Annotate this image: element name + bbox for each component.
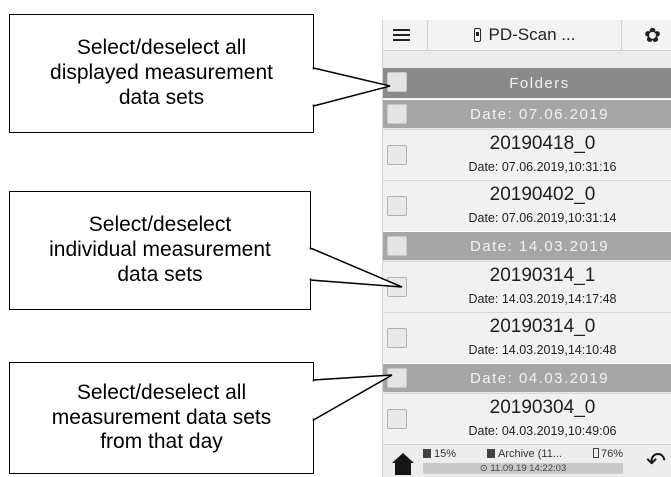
- item-timestamp: Date: 14.03.2019,14:17:48: [468, 292, 617, 306]
- home-icon[interactable]: [391, 453, 415, 477]
- list-item[interactable]: 20190314_0 Date: 14.03.2019,14:10:48: [383, 312, 671, 363]
- item-name: 20190314_0: [489, 316, 596, 337]
- item-timestamp: Date: 07.06.2019,10:31:16: [468, 160, 617, 174]
- select-day-checkbox[interactable]: [387, 236, 407, 256]
- archive-status: Archive (11...: [487, 448, 562, 460]
- list-item[interactable]: 20190304_0 Date: 04.03.2019,10:49:06: [383, 393, 671, 444]
- item-name: 20190402_0: [489, 184, 596, 205]
- pointer-1: [312, 67, 391, 107]
- select-item-checkbox[interactable]: [387, 277, 407, 297]
- status-timestamp: ⊙ 11.09.19 14:22:03: [423, 463, 623, 474]
- item-name: 20190418_0: [489, 133, 596, 154]
- item-timestamp: Date: 07.06.2019,10:31:14: [468, 211, 617, 225]
- list-item[interactable]: 20190418_0 Date: 07.06.2019,10:31:16: [383, 129, 671, 180]
- callout-select-individual: Select/deselect individual measurement d…: [9, 191, 311, 310]
- date-group-label: Date: 07.06.2019: [469, 105, 610, 123]
- select-item-checkbox[interactable]: [387, 196, 407, 216]
- folders-label: Folders: [509, 74, 570, 92]
- select-all-checkbox[interactable]: [387, 72, 407, 92]
- bottom-bar: 15% Archive (11... 76% ⊙ 11.09.19 14:22:…: [383, 444, 671, 477]
- date-group-header: Date: 14.03.2019: [383, 231, 671, 260]
- date-group-header: Date: 04.03.2019: [383, 363, 671, 392]
- archive-value: Archive (11...: [498, 448, 562, 460]
- select-item-checkbox[interactable]: [387, 145, 407, 165]
- select-item-checkbox[interactable]: [387, 409, 407, 429]
- list-item[interactable]: 20190402_0 Date: 07.06.2019,10:31:14: [383, 180, 671, 231]
- probe-icon: [473, 28, 481, 42]
- battery-icon: [592, 448, 599, 458]
- status-info: 15% Archive (11... 76% ⊙ 11.09.19 14:22:…: [423, 448, 623, 476]
- item-name: 20190304_0: [489, 397, 596, 418]
- date-group-label: Date: 14.03.2019: [469, 237, 610, 255]
- select-day-checkbox[interactable]: [387, 368, 407, 388]
- date-group-label: Date: 04.03.2019: [469, 369, 610, 387]
- folders-header: Folders: [383, 68, 671, 98]
- battery-status: 76%: [592, 448, 623, 460]
- memory-value: 15%: [434, 448, 457, 460]
- item-name: 20190314_1: [489, 265, 596, 286]
- app-title: PD-Scan ...: [488, 25, 576, 44]
- select-item-checkbox[interactable]: [387, 328, 407, 348]
- sd-card-icon: [423, 449, 431, 458]
- device-title[interactable]: PD-Scan ...: [427, 20, 622, 50]
- battery-value: 76%: [600, 448, 623, 460]
- callout-select-all: Select/deselect all displayed measuremen…: [9, 14, 314, 133]
- memory-status: 15%: [423, 448, 456, 460]
- back-arrow-icon[interactable]: ↶: [642, 449, 670, 475]
- save-icon: [487, 449, 495, 458]
- callout-select-day: Select/deselect all measurement data set…: [9, 362, 314, 474]
- pointer-3: [312, 374, 393, 422]
- hamburger-icon[interactable]: [383, 20, 419, 50]
- item-timestamp: Date: 04.03.2019,10:49:06: [468, 424, 617, 438]
- select-day-checkbox[interactable]: [387, 104, 407, 124]
- top-bar: PD-Scan ... ✿: [383, 20, 671, 51]
- list-item[interactable]: 20190314_1 Date: 14.03.2019,14:17:48: [383, 261, 671, 312]
- item-timestamp: Date: 14.03.2019,14:10:48: [468, 343, 617, 357]
- date-group-header: Date: 07.06.2019: [383, 99, 671, 128]
- gear-icon[interactable]: ✿: [633, 20, 671, 50]
- phone-screen: PD-Scan ... ✿ Folders Date: 07.06.2019 2…: [382, 20, 671, 477]
